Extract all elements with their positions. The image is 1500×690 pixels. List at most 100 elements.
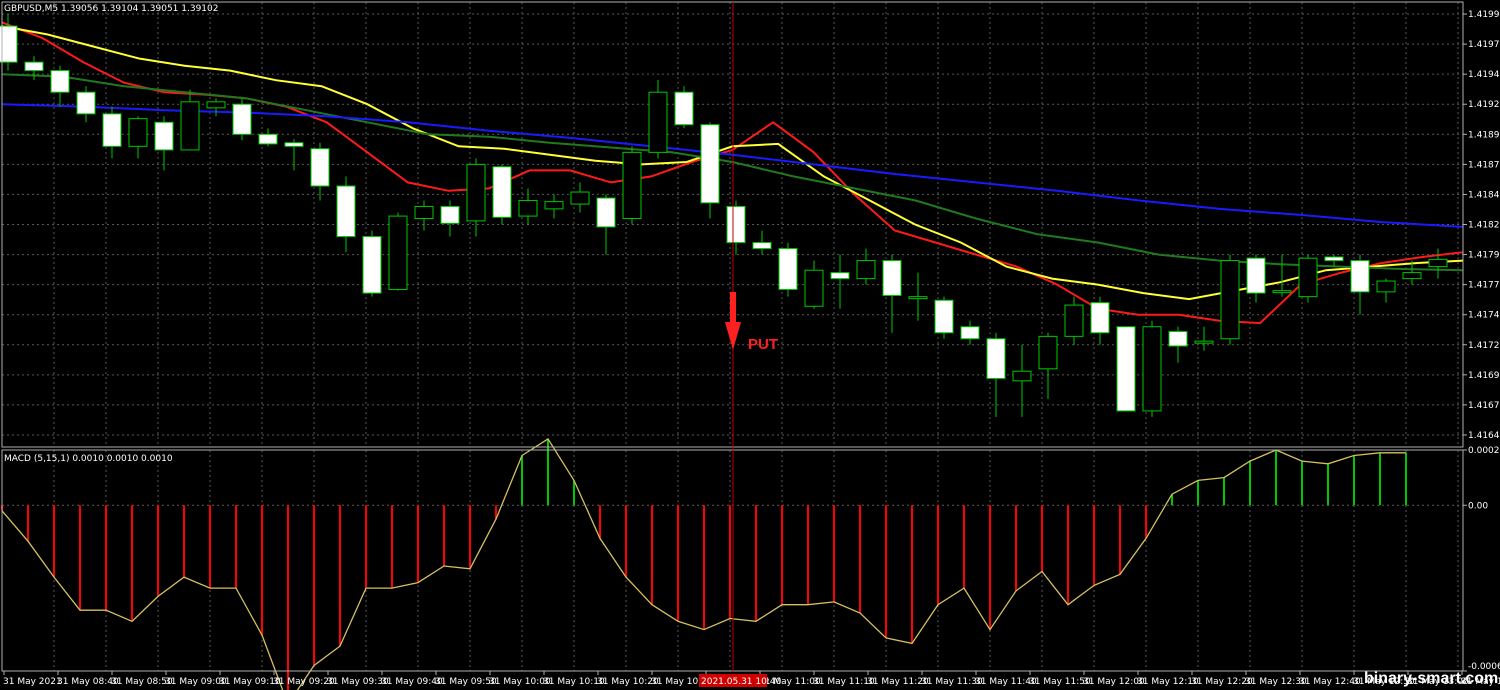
candle-body	[1402, 272, 1422, 280]
candle-body	[1324, 256, 1344, 262]
time-tick-label: 31 May 09:20	[273, 677, 335, 687]
time-tick-label: 31 May 10:10	[543, 677, 605, 687]
candle-body	[492, 166, 512, 218]
price-tick-label: 1.41745	[1468, 311, 1500, 321]
macd-tick-label: 0.00	[1468, 501, 1488, 511]
price-tick-label: 1.41970	[1468, 40, 1500, 50]
price-tick-label: 1.41995	[1468, 10, 1500, 20]
chart-canvas[interactable]: 1.41995 1.41970 1.41945 1.41920 1.41895 1.418…	[0, 0, 1500, 690]
candle-body	[1350, 260, 1370, 293]
candle-body	[986, 338, 1006, 379]
candle-body	[778, 248, 798, 290]
candle-body	[388, 215, 408, 290]
macd-title: MACD (5,15,1) 0.0010 0.0010 0.0010	[4, 454, 173, 464]
price-tick-label: 1.41945	[1468, 70, 1500, 80]
put-arrow-head	[725, 322, 741, 350]
candle-body	[284, 142, 304, 147]
price-tick-label: 1.41670	[1468, 401, 1500, 411]
chart-window[interactable]: 1.41995 1.41970 1.41945 1.41920 1.41895 1.418…	[0, 0, 1500, 690]
time-tick-label: 31 May 2021	[3, 677, 62, 687]
candle-body	[882, 260, 902, 296]
candle-body	[206, 101, 226, 109]
candle-body	[518, 199, 538, 217]
time-tick-label: 31 May 09:00	[165, 677, 227, 687]
candle-body	[1246, 257, 1266, 294]
candle-body	[700, 124, 720, 204]
crosshair-time-label: 2021.05.31 10:40	[701, 677, 782, 687]
candle-body	[466, 163, 486, 222]
price-tick-label: 1.41645	[1468, 431, 1500, 441]
price-tick-label: 1.41795	[1468, 251, 1500, 261]
candle-body	[24, 61, 44, 72]
candle-body	[1298, 257, 1318, 298]
candle-body	[1064, 304, 1084, 337]
candle-body	[1376, 280, 1396, 293]
price-tick-label: 1.41770	[1468, 281, 1500, 291]
time-tick-label: 31 May 11:50	[1029, 677, 1091, 687]
candle-body	[154, 121, 174, 151]
time-tick-label: 31 May 11:40	[975, 677, 1037, 687]
candle-body	[1142, 326, 1162, 412]
time-tick-label: 31 May 08:40	[57, 677, 119, 687]
time-tick-label: 31 May 12:20	[1191, 677, 1253, 687]
candle-body	[258, 133, 278, 145]
time-tick-label: 31 May 12:40	[1299, 677, 1361, 687]
price-tick-label: 1.41920	[1468, 100, 1500, 110]
put-label: PUT	[748, 336, 778, 353]
candle-body	[544, 201, 564, 210]
candle-body	[648, 91, 668, 153]
put-arrow-shaft	[730, 292, 736, 324]
candle-body	[232, 103, 252, 135]
candle-body	[336, 185, 356, 238]
candle-body	[726, 205, 746, 244]
candle-body	[0, 25, 18, 63]
candle-body	[908, 296, 928, 300]
candle-body	[1012, 370, 1032, 382]
candle-body	[76, 91, 96, 115]
candle-body	[830, 272, 850, 280]
candle-body	[1428, 258, 1448, 268]
time-tick-label: 31 May 10:20	[597, 677, 659, 687]
price-tick-label: 1.41845	[1468, 190, 1500, 200]
time-tick-label: 31 May 10:00	[489, 677, 551, 687]
candle-body	[1220, 260, 1240, 340]
macd-tick-label: 0.0002	[1468, 446, 1500, 456]
candle-body	[570, 191, 590, 205]
candle-body	[414, 205, 434, 219]
price-tick-label: 1.41870	[1468, 160, 1500, 170]
candle-body	[752, 242, 772, 250]
candle-body	[960, 326, 980, 340]
candle-body	[1168, 331, 1188, 347]
price-tick-label: 1.41820	[1468, 221, 1500, 231]
candle-body	[674, 91, 694, 126]
candle-body	[1116, 326, 1136, 412]
time-tick-label: 31 May 09:40	[381, 677, 443, 687]
candle-body	[804, 269, 824, 307]
candle-body	[180, 101, 200, 151]
time-tick-label: 31 May 11:30	[921, 677, 983, 687]
candle-body	[1090, 302, 1110, 334]
candle-body	[1272, 290, 1292, 294]
watermark: binary-smart.com	[1364, 670, 1498, 687]
time-tick-label: 31 May 11:20	[867, 677, 929, 687]
price-tick-label: 1.41720	[1468, 341, 1500, 351]
price-tick-label: 1.41895	[1468, 130, 1500, 140]
candle-body	[934, 299, 954, 334]
candle-body	[102, 113, 122, 147]
candle-body	[856, 260, 876, 280]
time-tick-label: 31 May 09:30	[327, 677, 389, 687]
time-tick-label: 31 May 12:10	[1137, 677, 1199, 687]
price-tick-label: 1.41695	[1468, 371, 1500, 381]
time-tick-label: 31 May 12:30	[1245, 677, 1307, 687]
time-tick-label: 31 May 12:00	[1083, 677, 1145, 687]
candle-body	[440, 205, 460, 224]
candle-body	[310, 148, 330, 187]
time-tick-label: 31 May 11:10	[813, 677, 875, 687]
candle-body	[362, 236, 382, 294]
time-tick-label: 31 May 09:50	[435, 677, 497, 687]
candle-body	[596, 197, 616, 228]
candle-body	[128, 118, 148, 147]
candle-body	[1194, 340, 1214, 344]
candle-body	[50, 70, 70, 93]
macd-histogram	[1, 437, 1407, 690]
